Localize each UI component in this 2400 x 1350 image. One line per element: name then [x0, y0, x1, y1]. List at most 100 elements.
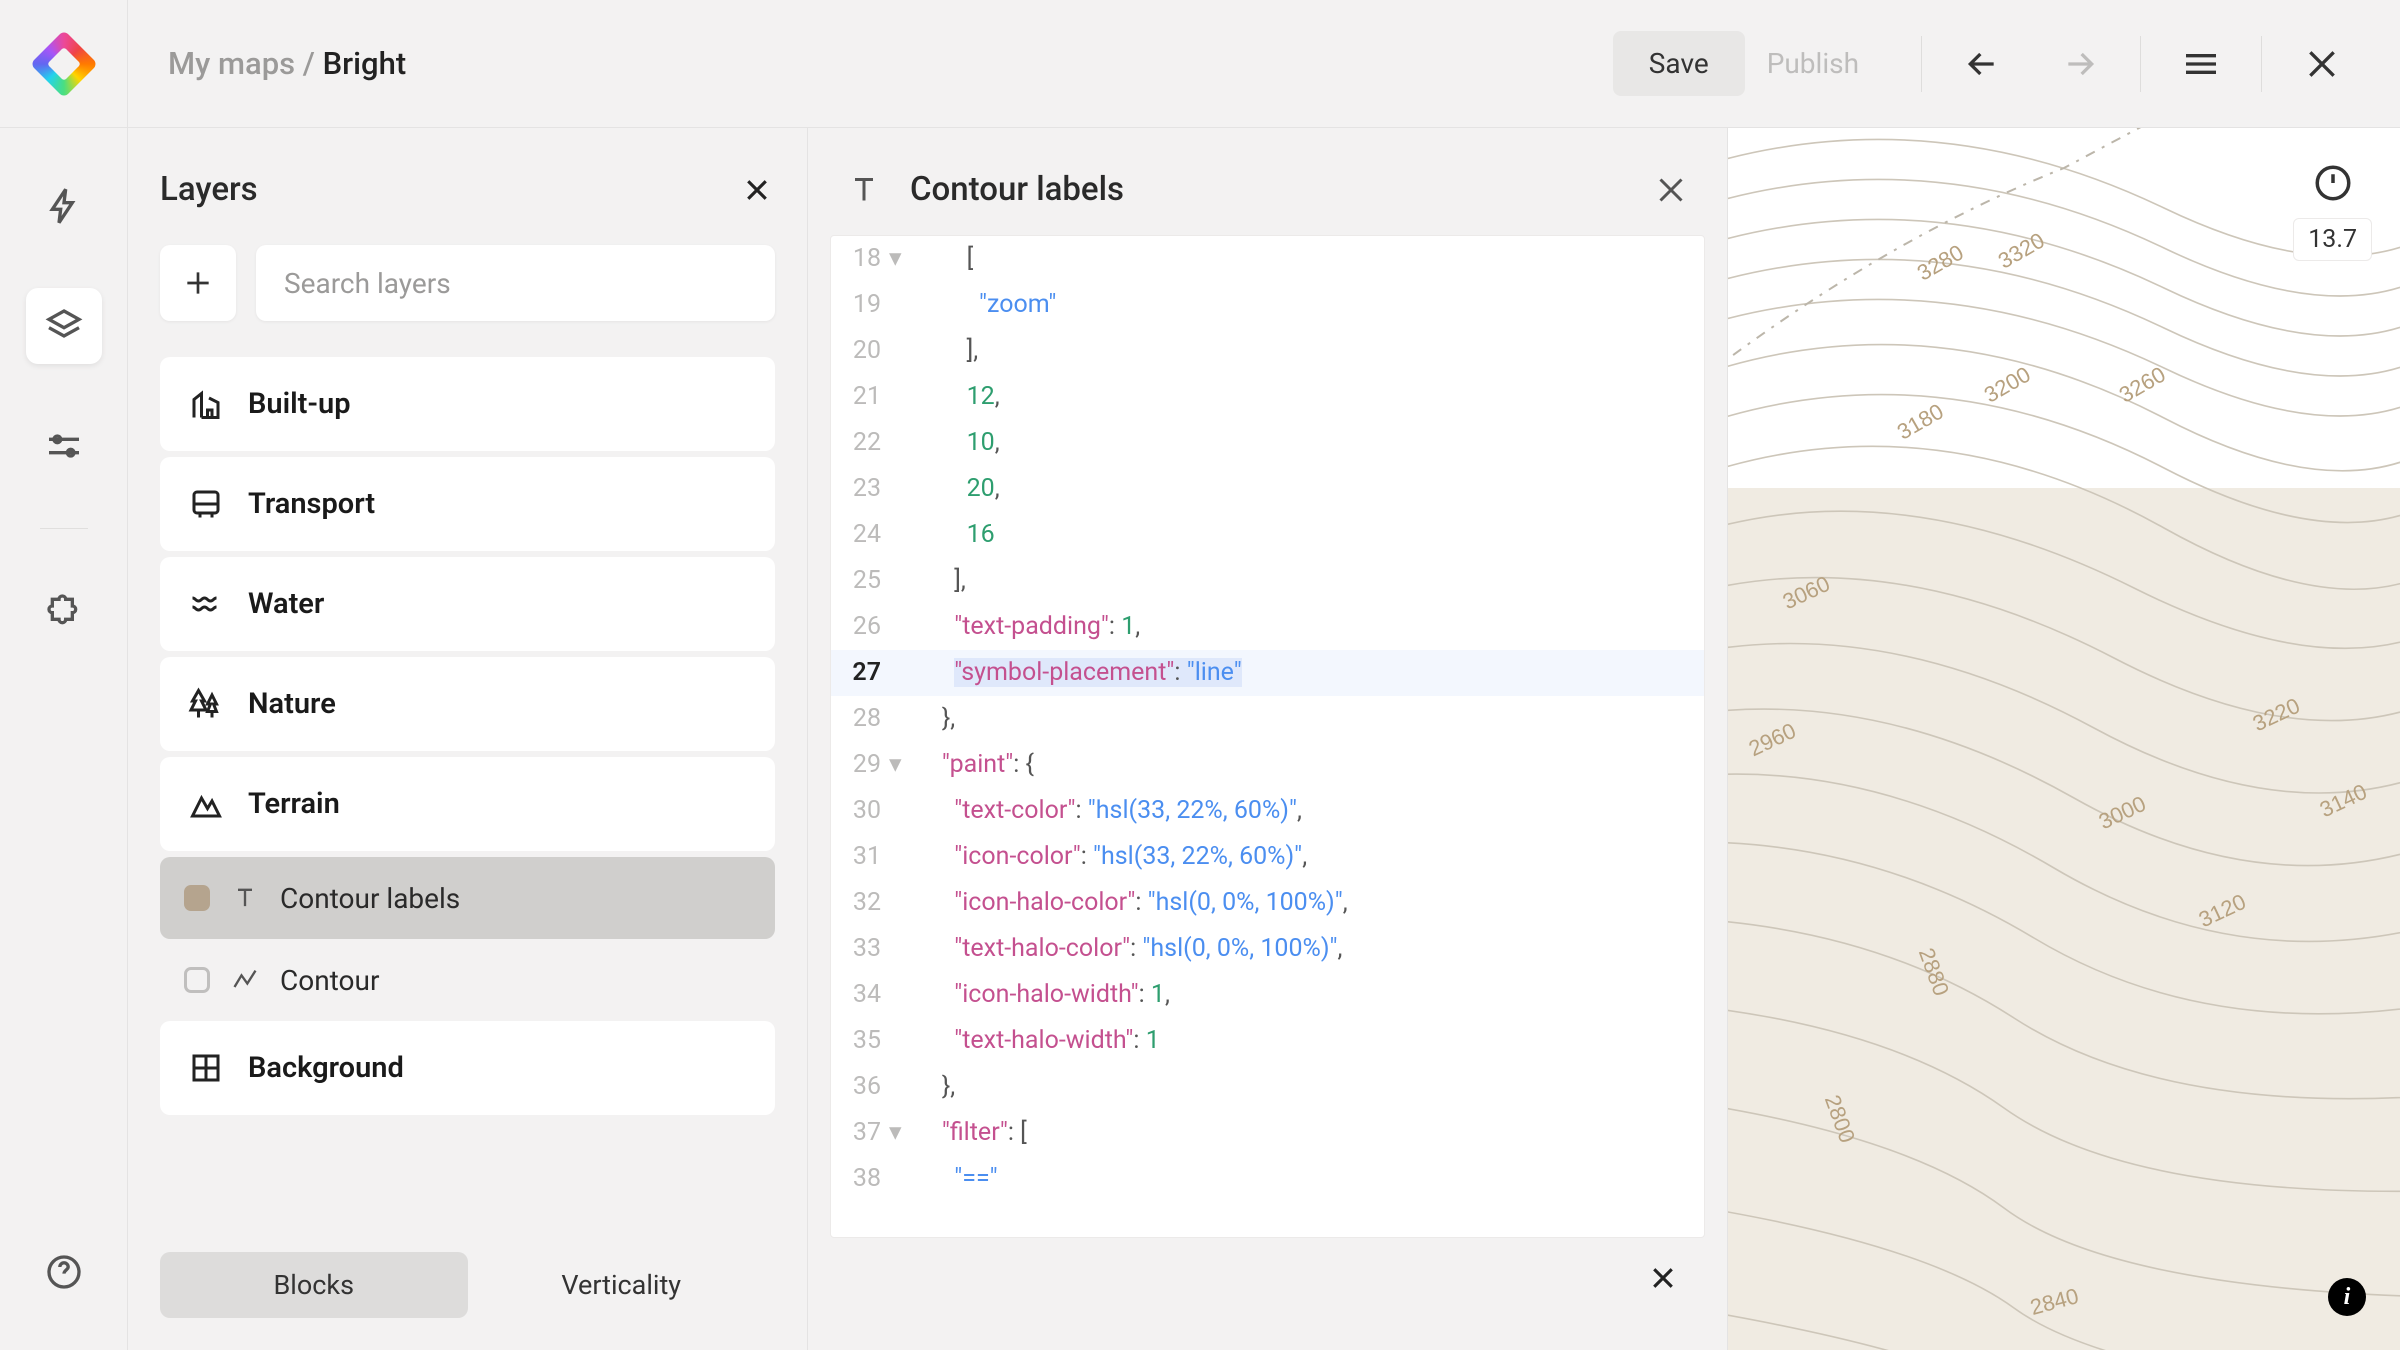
forward-button[interactable] — [2042, 26, 2118, 102]
layers-icon — [44, 306, 84, 346]
visibility-toggle[interactable] — [184, 967, 210, 993]
separator — [40, 528, 88, 529]
close-editor-footer-button[interactable] — [1645, 1260, 1681, 1296]
seg-verticality[interactable]: Verticality — [468, 1252, 776, 1318]
layer-list: Built-up Transport Water Nature Terrain … — [160, 357, 775, 1228]
topbar-actions: Save Publish — [1613, 26, 2360, 102]
nav-help[interactable] — [26, 1234, 102, 1310]
layers-title: Layers — [160, 170, 258, 209]
bolt-icon — [44, 186, 84, 226]
nav-bolt[interactable] — [26, 168, 102, 244]
layer-group-background[interactable]: Background — [160, 1021, 775, 1115]
close-editor-button[interactable] — [1653, 172, 1689, 208]
layer-contour-labels[interactable]: Contour labels — [160, 857, 775, 939]
code-line[interactable]: 37▾ "filter": [ — [831, 1110, 1704, 1156]
breadcrumb[interactable]: My maps / Bright — [128, 45, 1613, 82]
separator — [1921, 36, 1922, 92]
code-line[interactable]: 22 10, — [831, 420, 1704, 466]
topbar: My maps / Bright Save Publish — [0, 0, 2400, 128]
close-icon — [2302, 44, 2342, 84]
code-line[interactable]: 35 "text-halo-width": 1 — [831, 1018, 1704, 1064]
code-line[interactable]: 26 "text-padding": 1, — [831, 604, 1704, 650]
layer-label: Water — [248, 587, 324, 621]
nav-layers[interactable] — [26, 288, 102, 364]
code-line[interactable]: 29▾ "paint": { — [831, 742, 1704, 788]
clock-icon — [2312, 162, 2354, 204]
hamburger-icon — [2181, 44, 2221, 84]
bus-icon — [188, 486, 224, 522]
line-layer-icon — [230, 965, 260, 995]
layer-label: Nature — [248, 687, 336, 721]
visibility-toggle[interactable] — [184, 885, 210, 911]
code-line[interactable]: 20 ], — [831, 328, 1704, 374]
layer-group-terrain[interactable]: Terrain — [160, 757, 775, 851]
grid-icon — [188, 1050, 224, 1086]
search-layers-input[interactable] — [256, 245, 775, 321]
editor-header: Contour labels — [830, 170, 1705, 209]
code-line[interactable]: 30 "text-color": "hsl(33, 22%, 60%)", — [831, 788, 1704, 834]
back-button[interactable] — [1944, 26, 2020, 102]
seg-blocks[interactable]: Blocks — [160, 1252, 468, 1318]
info-button[interactable]: i — [2328, 1278, 2366, 1316]
add-layer-button[interactable] — [160, 245, 236, 321]
layers-toolbar — [160, 245, 775, 321]
sliders-icon — [44, 426, 84, 466]
editor-title: Contour labels — [910, 170, 1625, 209]
code-line[interactable]: 25 ], — [831, 558, 1704, 604]
app-logo[interactable] — [30, 30, 98, 98]
code-line[interactable]: 18▾ [ — [831, 236, 1704, 282]
code-line[interactable]: 23 20, — [831, 466, 1704, 512]
layer-label: Contour — [280, 964, 379, 997]
map-preview[interactable]: 3280332031803200326030602960322030003140… — [1728, 128, 2400, 1350]
text-layer-icon — [846, 172, 882, 208]
code-line[interactable]: 36 }, — [831, 1064, 1704, 1110]
close-layers-button[interactable] — [739, 172, 775, 208]
nav-extensions[interactable] — [26, 573, 102, 649]
workspace: Layers Built-up Transport Water Nature T… — [0, 128, 2400, 1350]
layers-panel: Layers Built-up Transport Water Nature T… — [128, 128, 808, 1350]
layer-label: Contour labels — [280, 882, 460, 915]
editor-panel: Contour labels 18▾ [19 "zoom"20 ],21 12,… — [808, 128, 1728, 1350]
layer-group-transport[interactable]: Transport — [160, 457, 775, 551]
layer-label: Background — [248, 1051, 404, 1085]
zoom-indicator: 13.7 — [2293, 162, 2372, 261]
mountain-icon — [188, 786, 224, 822]
breadcrumb-root[interactable]: My maps — [168, 45, 303, 82]
text-layer-icon — [230, 883, 260, 913]
editor-footer — [830, 1238, 1705, 1318]
nav-sliders[interactable] — [26, 408, 102, 484]
layer-label: Terrain — [248, 787, 340, 821]
code-editor[interactable]: 18▾ [19 "zoom"20 ],21 12,22 10,23 20,24 … — [830, 235, 1705, 1238]
code-line[interactable]: 32 "icon-halo-color": "hsl(0, 0%, 100%)"… — [831, 880, 1704, 926]
arrow-right-icon — [2060, 44, 2100, 84]
close-app-button[interactable] — [2284, 26, 2360, 102]
layer-group-water[interactable]: Water — [160, 557, 775, 651]
save-button[interactable]: Save — [1613, 31, 1745, 96]
help-icon — [44, 1252, 84, 1292]
code-line[interactable]: 31 "icon-color": "hsl(33, 22%, 60%)", — [831, 834, 1704, 880]
breadcrumb-sep: / — [303, 45, 323, 82]
code-line[interactable]: 19 "zoom" — [831, 282, 1704, 328]
publish-button[interactable]: Publish — [1767, 47, 1859, 80]
arrow-left-icon — [1962, 44, 2002, 84]
layer-contour[interactable]: Contour — [160, 939, 775, 1021]
layer-group-nature[interactable]: Nature — [160, 657, 775, 751]
code-line[interactable]: 24 16 — [831, 512, 1704, 558]
plus-icon — [182, 267, 214, 299]
code-line[interactable]: 33 "text-halo-color": "hsl(0, 0%, 100%)"… — [831, 926, 1704, 972]
close-icon — [742, 175, 772, 205]
code-line[interactable]: 28 }, — [831, 696, 1704, 742]
zoom-value: 13.7 — [2293, 218, 2372, 261]
code-line[interactable]: 21 12, — [831, 374, 1704, 420]
close-icon — [1653, 172, 1689, 208]
code-line[interactable]: 38 "==" — [831, 1156, 1704, 1202]
iconbar — [0, 128, 128, 1350]
code-line[interactable]: 27 "symbol-placement": "line" — [831, 650, 1704, 696]
close-icon — [1648, 1263, 1678, 1293]
trees-icon — [188, 686, 224, 722]
puzzle-icon — [44, 591, 84, 631]
code-line[interactable]: 34 "icon-halo-width": 1, — [831, 972, 1704, 1018]
layer-group-builtup[interactable]: Built-up — [160, 357, 775, 451]
menu-button[interactable] — [2163, 26, 2239, 102]
building-icon — [188, 386, 224, 422]
